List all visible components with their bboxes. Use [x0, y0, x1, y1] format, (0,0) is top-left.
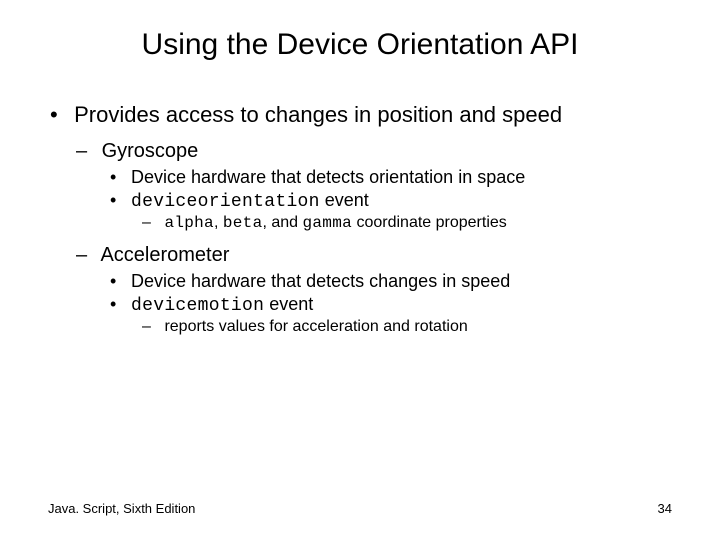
bullet-lvl3: deviceorientation event alpha, beta, and…	[126, 190, 672, 232]
sublist: Device hardware that detects changes in …	[96, 271, 672, 336]
code-text: devicemotion	[131, 296, 264, 316]
bullet-lvl1: Provides access to changes in position a…	[68, 102, 672, 336]
bullet-text: ,	[214, 214, 223, 231]
bullet-lvl4: reports values for acceleration and rota…	[160, 318, 672, 336]
bullet-text: Gyroscope	[102, 140, 199, 162]
bullet-text: Device hardware that detects orientation…	[131, 167, 525, 187]
sublist: reports values for acceleration and rota…	[126, 318, 672, 336]
page-number: 34	[658, 501, 672, 516]
code-text: gamma	[303, 214, 353, 232]
bullet-lvl2: Gyroscope Device hardware that detects o…	[96, 140, 672, 232]
code-text: beta	[223, 214, 263, 232]
bullet-list: Provides access to changes in position a…	[48, 102, 672, 336]
bullet-text: event	[264, 294, 313, 314]
sublist: Gyroscope Device hardware that detects o…	[68, 140, 672, 336]
bullet-text: Provides access to changes in position a…	[74, 102, 562, 127]
bullet-lvl2: Accelerometer Device hardware that detec…	[96, 244, 672, 336]
code-text: deviceorientation	[131, 192, 320, 212]
bullet-lvl3: devicemotion event reports values for ac…	[126, 294, 672, 336]
slide-title: Using the Device Orientation API	[48, 28, 672, 62]
bullet-lvl3: Device hardware that detects changes in …	[126, 271, 672, 292]
sublist: alpha, beta, and gamma coordinate proper…	[126, 214, 672, 232]
bullet-text: Device hardware that detects changes in …	[131, 271, 510, 291]
sublist: Device hardware that detects orientation…	[96, 167, 672, 232]
bullet-lvl3: Device hardware that detects orientation…	[126, 167, 672, 188]
bullet-text: event	[320, 190, 369, 210]
slide: Using the Device Orientation API Provide…	[0, 0, 720, 540]
bullet-text: , and	[262, 214, 302, 231]
bullet-text: coordinate properties	[352, 214, 507, 231]
bullet-text: Accelerometer	[100, 244, 229, 266]
bullet-lvl4: alpha, beta, and gamma coordinate proper…	[160, 214, 672, 232]
footer-left: Java. Script, Sixth Edition	[48, 501, 195, 516]
code-text: alpha	[164, 214, 214, 232]
slide-footer: Java. Script, Sixth Edition 34	[48, 501, 672, 516]
bullet-text: reports values for acceleration and rota…	[164, 318, 467, 335]
